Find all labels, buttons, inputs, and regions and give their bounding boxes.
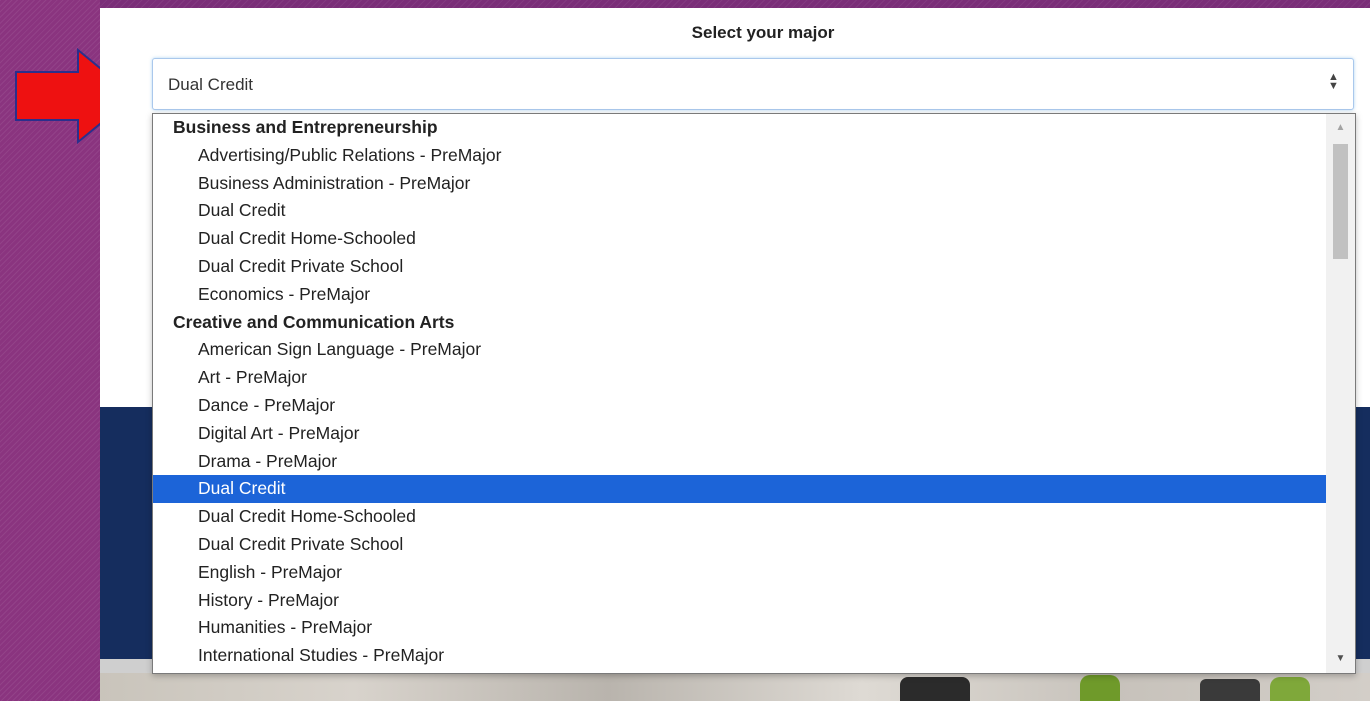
dropdown-option[interactable]: History - PreMajor [153, 587, 1327, 615]
selected-value: Dual Credit [168, 75, 254, 94]
dropdown-option[interactable]: Dual Credit Private School [153, 253, 1327, 281]
dropdown-option[interactable]: Dual Credit Home-Schooled [153, 503, 1327, 531]
dropdown-option[interactable]: Humanities - PreMajor [153, 614, 1327, 642]
dropdown-option[interactable]: Dual Credit Home-Schooled [153, 225, 1327, 253]
dropdown-option[interactable]: Business Administration - PreMajor [153, 170, 1327, 198]
dropdown-option[interactable]: Dance - PreMajor [153, 392, 1327, 420]
dropdown-option[interactable]: English - PreMajor [153, 559, 1327, 587]
scroll-down-icon[interactable]: ▼ [1326, 645, 1355, 673]
dropdown-option[interactable]: Drama - PreMajor [153, 448, 1327, 476]
dropdown-option[interactable]: Advertising/Public Relations - PreMajor [153, 142, 1327, 170]
dropdown-option[interactable]: American Sign Language - PreMajor [153, 336, 1327, 364]
dropdown-option[interactable]: Dual Credit [153, 197, 1327, 225]
scroll-up-icon[interactable]: ▲ [1326, 114, 1355, 142]
scrollbar-thumb[interactable] [1333, 144, 1348, 259]
scrollbar[interactable]: ▲ ▼ [1326, 114, 1355, 673]
options-list: Business and Entrepreneurship Advertising… [153, 114, 1327, 670]
sort-arrows-icon: ▲ ▼ [1328, 71, 1339, 92]
option-group-label: Business and Entrepreneurship [173, 117, 438, 137]
major-select[interactable]: Dual Credit ▲ ▼ [152, 58, 1354, 110]
option-group-label: Creative and Communication Arts [173, 311, 455, 332]
dropdown-option[interactable]: International Studies - PreMajor [153, 642, 1327, 670]
dropdown-option[interactable]: Dual Credit [153, 475, 1327, 504]
page-title: Select your major [691, 23, 835, 42]
dropdown-option[interactable]: Dual Credit Private School [153, 531, 1327, 559]
dropdown-option[interactable]: Economics - PreMajor [153, 281, 1327, 309]
background-photo [100, 673, 1370, 701]
dropdown-option[interactable]: Digital Art - PreMajor [153, 420, 1327, 448]
major-dropdown-list[interactable]: Business and Entrepreneurship Advertising… [152, 113, 1356, 674]
dropdown-option[interactable]: Art - PreMajor [153, 364, 1327, 392]
